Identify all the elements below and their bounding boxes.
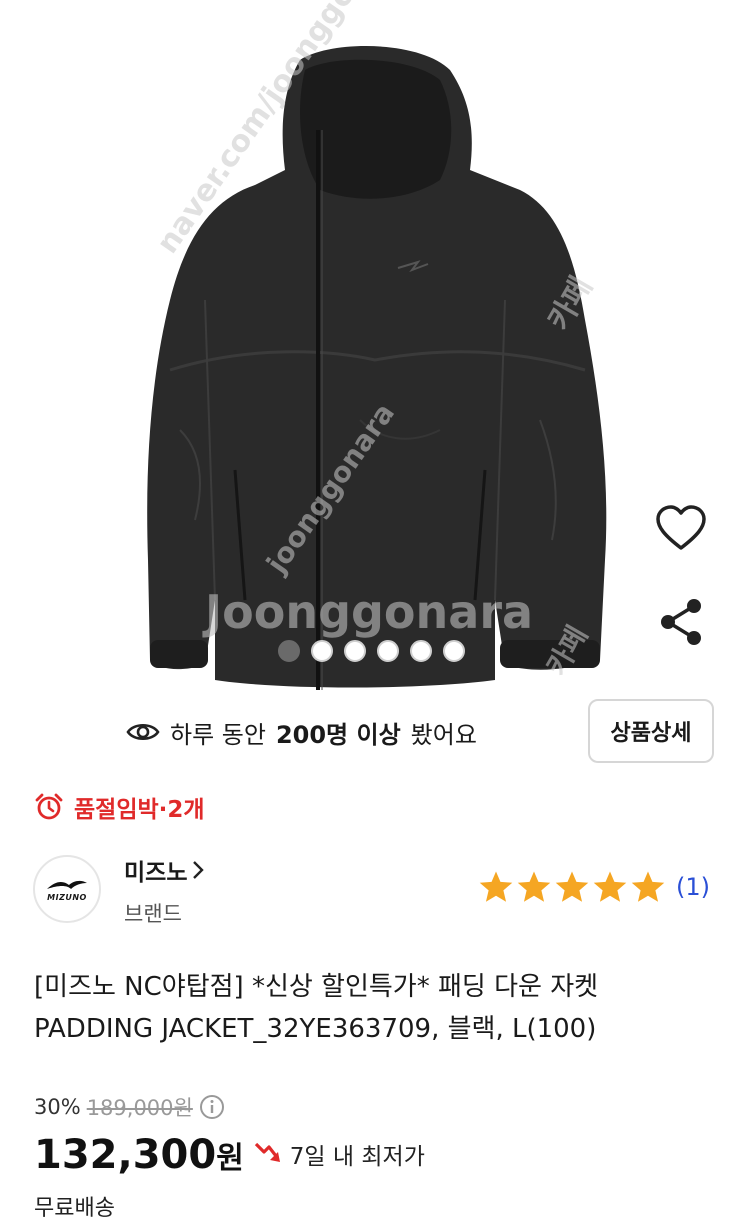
brand-name: 미즈노 — [124, 860, 188, 886]
product-image-carousel[interactable]: naver.com/joonggonara 카페 Joonggonara joo… — [0, 0, 750, 700]
product-title: [미즈노 NC야탑점] *신상 할인특가* 패딩 다운 자켓 PADDING J… — [34, 966, 724, 1050]
star-icon — [517, 871, 551, 902]
sale-price: 132,300원 — [34, 1132, 244, 1178]
carousel-indicators — [278, 640, 465, 662]
brand-logo-text: MIZUNO — [47, 892, 87, 902]
discount-row: 30% 189,000원 — [34, 1092, 225, 1122]
rating[interactable]: (1) — [478, 870, 710, 904]
chevron-right-icon — [193, 861, 205, 879]
heart-icon — [656, 505, 706, 550]
share-icon — [661, 599, 701, 645]
price-unit: 원 — [216, 1141, 244, 1176]
watermark-text: Joonggonara — [205, 585, 534, 639]
brand-type: 브랜드 — [124, 902, 182, 926]
alarm-clock-icon — [35, 793, 63, 820]
shipping-info: 무료배송 — [34, 1196, 115, 1221]
product-detail-button[interactable]: 상품상세 — [588, 699, 714, 763]
sale-price-value: 132,300 — [34, 1132, 217, 1178]
trend-down-arrow-icon — [254, 1142, 280, 1162]
brand-link[interactable]: 미즈노 — [124, 853, 205, 887]
star-icon — [593, 871, 627, 902]
price-row: 132,300원 7일 내 최저가 — [34, 1132, 425, 1178]
stock-alert-label: 품절임박·2개 — [74, 797, 205, 823]
product-title-line: [미즈노 NC야탑점] *신상 할인특가* 패딩 다운 자켓 — [34, 972, 599, 1002]
carousel-dot[interactable] — [278, 640, 300, 662]
review-count[interactable]: (1) — [676, 873, 710, 901]
views-suffix: 봤어요 — [410, 720, 477, 749]
star-icon — [631, 871, 665, 902]
lowest-price-label: 7일 내 최저가 — [289, 1144, 425, 1170]
view-count: 하루 동안 200명 이상 봤어요 — [126, 712, 477, 752]
views-count: 200명 이상 — [275, 720, 401, 749]
info-icon[interactable] — [199, 1094, 225, 1120]
share-button[interactable] — [654, 595, 708, 649]
stock-alert: 품절임박·2개 — [34, 790, 205, 824]
views-prefix: 하루 동안 — [170, 720, 266, 749]
lowest-price-badge: 7일 내 최저가 — [254, 1137, 425, 1171]
carousel-dot[interactable] — [410, 640, 432, 662]
mizuno-logo-icon — [47, 880, 87, 889]
product-title-line: PADDING JACKET_32YE363709, 블랙, L(100) — [34, 1014, 597, 1044]
carousel-dot[interactable] — [443, 640, 465, 662]
eye-icon — [126, 723, 160, 741]
star-icon — [479, 871, 513, 902]
carousel-dot[interactable] — [311, 640, 333, 662]
carousel-dot[interactable] — [377, 640, 399, 662]
brand-logo[interactable]: MIZUNO — [33, 855, 101, 923]
original-price: 189,000원 — [86, 1096, 193, 1120]
discount-rate: 30% — [34, 1095, 81, 1119]
star-icon — [555, 871, 589, 902]
like-button[interactable] — [651, 500, 711, 556]
carousel-dot[interactable] — [344, 640, 366, 662]
